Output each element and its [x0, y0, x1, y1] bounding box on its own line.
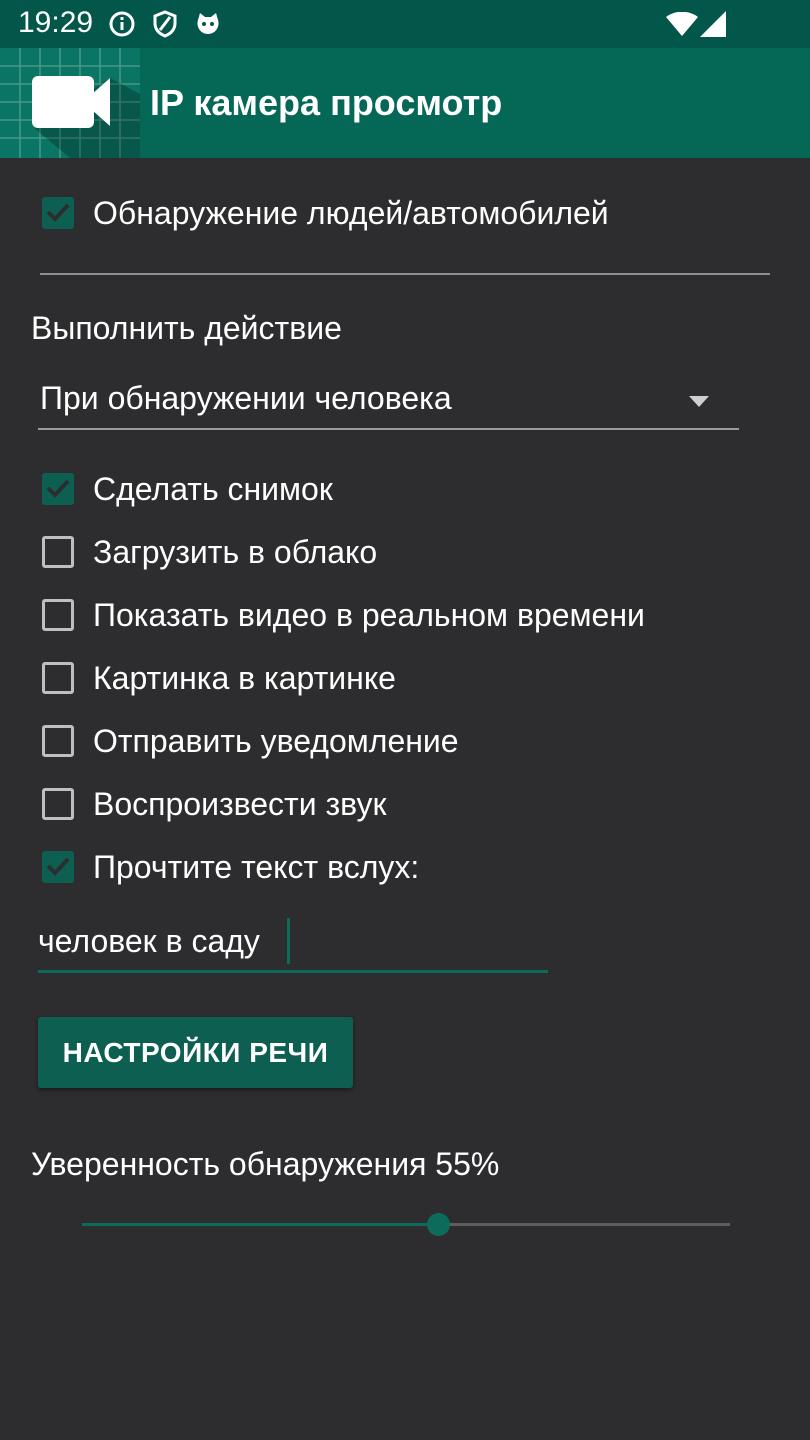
app-bar: IP камера просмотр: [0, 48, 810, 158]
speech-text-input[interactable]: человек в саду: [38, 915, 548, 973]
info-icon: [108, 10, 136, 43]
detection-label: Обнаружение людей/автомобилей: [93, 194, 609, 231]
confidence-slider[interactable]: [82, 1205, 730, 1245]
take-snapshot-checkbox-row[interactable]: Сделать снимок: [42, 469, 333, 509]
play-sound-label: Воспроизвести звук: [93, 785, 387, 822]
show-live-video-checkbox-row[interactable]: Показать видео в реальном времени: [42, 595, 645, 635]
read-text-aloud-checkbox-row[interactable]: Прочтите текст вслух:: [42, 847, 419, 887]
speech-text-value: человек в саду: [38, 923, 260, 959]
picture-in-picture-checkbox-row[interactable]: Картинка в картинке: [42, 658, 396, 698]
read-text-aloud-checkbox[interactable]: [42, 851, 74, 883]
upload-cloud-checkbox-row[interactable]: Загрузить в облако: [42, 532, 377, 572]
action-spinner-value: При обнаружении человека: [40, 380, 452, 416]
picture-in-picture-checkbox[interactable]: [42, 662, 74, 694]
checkmark-icon: [46, 479, 70, 498]
detection-checkbox-row[interactable]: Обнаружение людей/автомобилей: [42, 193, 609, 233]
cat-icon: [194, 10, 222, 43]
upload-cloud-checkbox[interactable]: [42, 536, 74, 568]
read-text-aloud-label: Прочтите текст вслух:: [93, 848, 420, 885]
send-notification-label: Отправить уведомление: [93, 722, 459, 759]
signal-icon: [700, 11, 726, 42]
show-live-video-label: Показать видео в реальном времени: [93, 596, 645, 633]
status-bar: 19:29: [0, 0, 810, 48]
send-notification-checkbox-row[interactable]: Отправить уведомление: [42, 721, 459, 761]
dropdown-arrow-icon: [689, 394, 709, 412]
action-spinner[interactable]: При обнаружении человека: [38, 370, 739, 430]
send-notification-checkbox[interactable]: [42, 725, 74, 757]
detection-checkbox[interactable]: [42, 197, 74, 229]
play-sound-checkbox-row[interactable]: Воспроизвести звук: [42, 784, 386, 824]
picture-in-picture-label: Картинка в картинке: [93, 659, 396, 696]
slider-fill: [82, 1223, 439, 1226]
status-time: 19:29: [18, 6, 94, 39]
shield-icon: [152, 10, 178, 43]
speech-settings-button[interactable]: НАСТРОЙКИ РЕЧИ: [38, 1017, 353, 1088]
upload-cloud-label: Загрузить в облако: [93, 533, 378, 570]
confidence-label: Уверенность обнаружения 55%: [31, 1146, 500, 1182]
app-title: IP камера просмотр: [150, 82, 503, 123]
action-section-label: Выполнить действие: [31, 310, 342, 346]
take-snapshot-label: Сделать снимок: [93, 470, 333, 507]
video-camera-icon: [0, 48, 140, 158]
show-live-video-checkbox[interactable]: [42, 599, 74, 631]
take-snapshot-checkbox[interactable]: [42, 473, 74, 505]
slider-thumb[interactable]: [427, 1213, 451, 1236]
checkmark-icon: [46, 857, 70, 876]
divider: [40, 273, 770, 275]
text-cursor: [287, 918, 290, 964]
play-sound-checkbox[interactable]: [42, 788, 74, 820]
wifi-icon: [666, 11, 698, 41]
checkmark-icon: [46, 203, 70, 222]
